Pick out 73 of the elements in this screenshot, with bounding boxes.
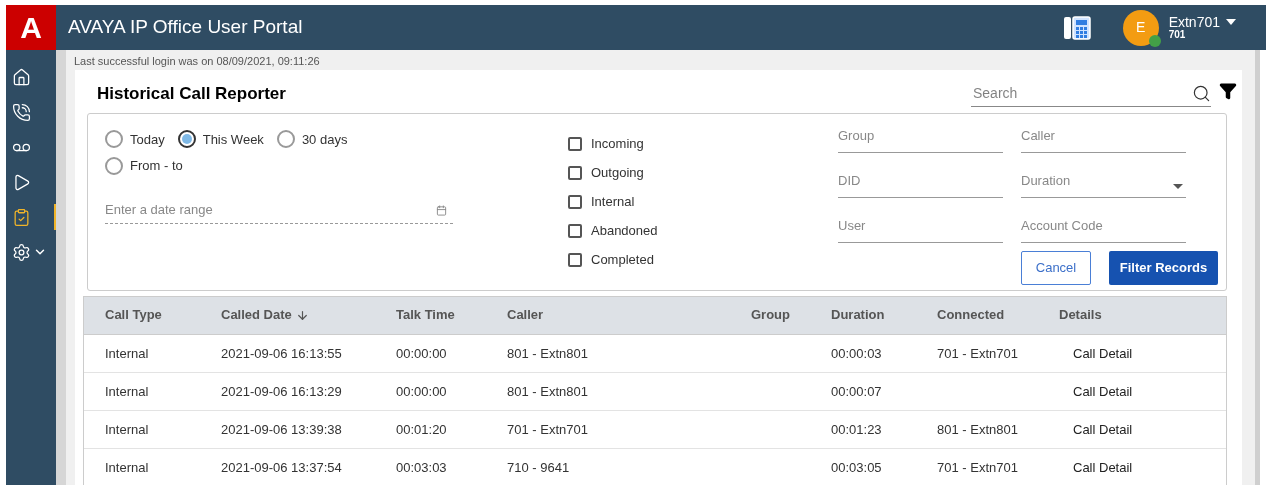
column-header[interactable]: Group: [751, 305, 790, 325]
desk-phone-icon[interactable]: [1062, 14, 1091, 41]
table-cell: Internal: [105, 346, 149, 361]
table-cell: 801 - Extn801: [937, 422, 1018, 437]
settings-icon: [12, 242, 31, 262]
table-cell: 2021-09-06 16:13:55: [221, 346, 342, 361]
select-field[interactable]: Duration: [1021, 164, 1186, 198]
call-type-checkbox[interactable]: Incoming: [568, 133, 838, 154]
call-type-checkbox[interactable]: Outgoing: [568, 162, 838, 183]
date-range-field[interactable]: Enter a date range: [105, 195, 453, 224]
cancel-button[interactable]: Cancel: [1021, 250, 1091, 285]
call-detail-link[interactable]: Call Detail: [1073, 422, 1133, 437]
table-cell: 00:01:23: [831, 422, 882, 437]
filter-icon[interactable]: [1219, 81, 1237, 100]
call-detail-link[interactable]: Call Detail: [1073, 346, 1133, 361]
play-icon: [12, 172, 31, 192]
table-cell: 00:00:07: [831, 384, 882, 399]
column-header[interactable]: Duration: [831, 305, 885, 325]
call-type-checkbox[interactable]: Internal: [568, 191, 838, 212]
table-cell: Internal: [105, 384, 149, 399]
filter-records-button[interactable]: Filter Records: [1109, 250, 1218, 285]
table-cell: 701 - Extn701: [507, 422, 588, 437]
call-type-checkbox[interactable]: Abandoned: [568, 220, 838, 241]
column-header[interactable]: Details: [1059, 305, 1102, 325]
table-cell: 701 - Extn701: [937, 460, 1018, 475]
period-radio[interactable]: This Week: [177, 129, 264, 149]
input-field[interactable]: DID: [838, 164, 1003, 198]
table-cell: 00:01:20: [396, 422, 447, 437]
table-cell: 2021-09-06 13:37:54: [221, 460, 342, 475]
table-cell: 2021-09-06 16:13:29: [221, 384, 342, 399]
call-type-checkbox[interactable]: Completed: [568, 249, 838, 270]
period-radio[interactable]: Today: [105, 129, 165, 149]
app-title: AVAYA IP Office User Portal: [68, 15, 303, 40]
home-icon: [12, 67, 31, 87]
column-header[interactable]: Talk Time: [396, 305, 455, 325]
table-cell: 00:03:03: [396, 460, 447, 475]
calendar-icon[interactable]: [436, 204, 447, 216]
sort-arrow-icon[interactable]: [295, 308, 309, 322]
table-cell: 2021-09-06 13:39:38: [221, 422, 342, 437]
table-cell: 710 - 9641: [507, 460, 570, 475]
period-radio[interactable]: 30 days: [276, 129, 348, 149]
table-cell: 801 - Extn801: [507, 346, 588, 361]
search-icon[interactable]: [1192, 83, 1211, 103]
input-field[interactable]: User: [838, 209, 1003, 243]
login-notice: Last successful login was on 08/09/2021, 09:11:26: [73, 54, 321, 69]
column-header[interactable]: Call Type: [105, 305, 162, 325]
period-radio[interactable]: From - to: [105, 156, 183, 176]
call-detail-link[interactable]: Call Detail: [1073, 384, 1133, 399]
input-field[interactable]: Account Code: [1021, 209, 1186, 243]
dropdown-caret-icon[interactable]: [1173, 183, 1183, 189]
input-field[interactable]: Group: [838, 119, 1003, 153]
table-cell: 00:00:00: [396, 384, 447, 399]
call-detail-link[interactable]: Call Detail: [1073, 460, 1133, 475]
input-field[interactable]: Caller: [1021, 119, 1186, 153]
column-header[interactable]: Connected: [937, 305, 1005, 325]
table-cell: Internal: [105, 422, 149, 437]
logo: A: [6, 5, 56, 50]
scrollbar[interactable]: [1255, 50, 1260, 485]
phone-list-icon: [12, 102, 31, 122]
page-title: Historical Call Reporter: [96, 82, 286, 105]
search-field[interactable]: Search: [971, 80, 1211, 107]
table-cell: 701 - Extn701: [937, 346, 1018, 361]
table-cell: Internal: [105, 460, 149, 475]
caret-icon[interactable]: [1226, 19, 1236, 25]
clipboard-icon: [12, 207, 31, 227]
table-cell: 00:03:05: [831, 460, 882, 475]
column-header[interactable]: Called Date: [221, 305, 309, 325]
table-cell: 801 - Extn801: [507, 384, 588, 399]
user-name[interactable]: Extn701: [1168, 15, 1220, 29]
user-extension: 701: [1168, 30, 1187, 40]
table-cell: 00:00:03: [831, 346, 882, 361]
column-header[interactable]: Caller: [507, 305, 544, 325]
table-cell: 00:00:00: [396, 346, 447, 361]
